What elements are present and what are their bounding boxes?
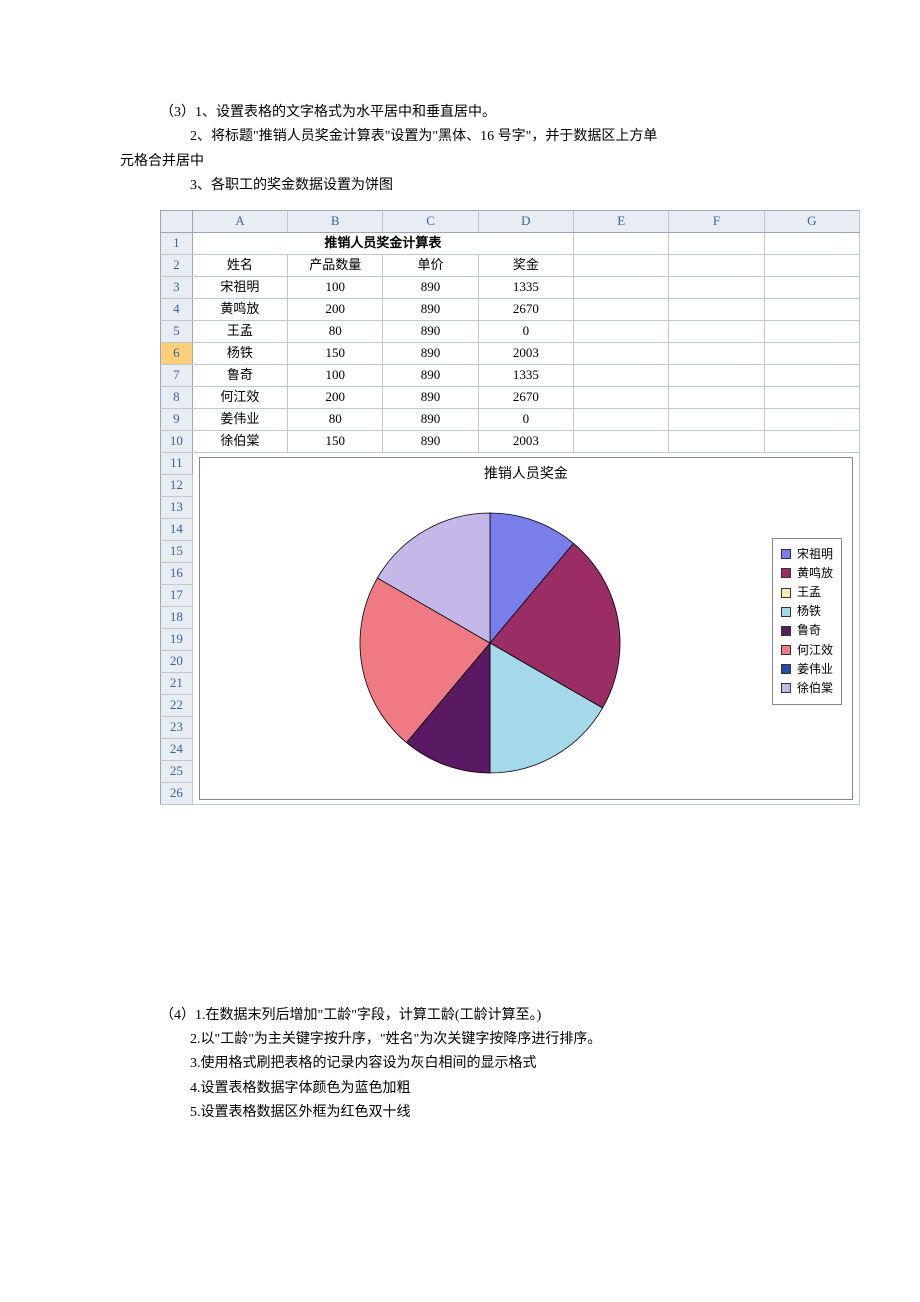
col-E: E [574,210,669,232]
table-row: 4黄鸣放2008902670 [161,298,860,320]
table-row: 2 姓名 产品数量 单价 奖金 [161,254,860,276]
col-G: G [764,210,859,232]
table-row: 9姜伟业808900 [161,408,860,430]
hdr-price: 单价 [383,254,478,276]
table-row: 3宋祖明1008901335 [161,276,860,298]
row-1: 1 [161,232,193,254]
legend-label: 杨铁 [797,602,821,621]
legend-swatch-icon [781,568,791,578]
q4-line1: （4）1.在数据末列后增加"工龄"字段，计算工龄(工龄计算至。) [60,1005,860,1027]
legend-swatch-icon [781,607,791,617]
col-F: F [669,210,764,232]
hdr-name: 姓名 [192,254,287,276]
legend-swatch-icon [781,645,791,655]
table-row: 10徐伯棠1508902003 [161,430,860,452]
chart-legend: 宋祖明黄鸣放王孟杨铁鲁奇何江效姜伟业徐伯棠 [772,538,842,706]
column-header-row: A B C D E F G [161,210,860,232]
q4-line5: 5.设置表格数据区外框为红色双十线 [60,1102,860,1124]
corner-cell [161,210,193,232]
pie-chart: 推销人员奖金 宋祖明黄鸣放王孟杨铁鲁奇何江效姜伟业徐伯棠 [199,457,853,800]
row-2: 2 [161,254,193,276]
legend-item: 何江效 [781,641,833,660]
table-row: 8何江效2008902670 [161,386,860,408]
legend-swatch-icon [781,626,791,636]
legend-label: 何江效 [797,641,833,660]
q3-line3: 3、各职工的奖金数据设置为饼图 [60,175,860,197]
legend-label: 姜伟业 [797,660,833,679]
chart-cell: 推销人员奖金 宋祖明黄鸣放王孟杨铁鲁奇何江效姜伟业徐伯棠 [192,452,859,804]
col-B: B [288,210,383,232]
q3-line1: （3）1、设置表格的文字格式为水平居中和垂直居中。 [60,102,860,124]
legend-swatch-icon [781,664,791,674]
col-A: A [192,210,287,232]
hdr-bonus: 奖金 [478,254,573,276]
col-C: C [383,210,478,232]
legend-item: 徐伯棠 [781,679,833,698]
legend-label: 鲁奇 [797,621,821,640]
col-D: D [478,210,573,232]
q4-line3: 3.使用格式刷把表格的记录内容设为灰白相间的显示格式 [60,1053,860,1075]
chart-title: 推销人员奖金 [200,458,852,486]
legend-item: 王孟 [781,583,833,602]
spreadsheet-grid: A B C D E F G 1 推销人员奖金计算表 2 姓名 产品数量 单价 奖… [160,210,860,805]
title-cell: 推销人员奖金计算表 [192,232,573,254]
hdr-qty: 产品数量 [288,254,383,276]
legend-item: 黄鸣放 [781,564,833,583]
table-row: 6杨铁1508902003 [161,342,860,364]
table-row: 5王孟808900 [161,320,860,342]
legend-label: 黄鸣放 [797,564,833,583]
q3-line2a: 2、将标题"推销人员奖金计算表"设置为"黑体、16 号字"，并于数据区上方单 [60,126,860,148]
legend-item: 宋祖明 [781,545,833,564]
legend-swatch-icon [781,549,791,559]
q4-line2: 2.以"工龄"为主关键字按升序，"姓名"为次关键字按降序进行排序。 [60,1029,860,1051]
legend-item: 鲁奇 [781,621,833,640]
table-row: 11 推销人员奖金 宋祖明黄鸣放王孟杨铁鲁奇何江效姜伟业徐伯棠 [161,452,860,474]
legend-swatch-icon [781,683,791,693]
q3-line2b: 元格合并居中 [60,151,860,173]
legend-label: 徐伯棠 [797,679,833,698]
pie-svg [350,498,630,778]
table-row: 7鲁奇1008901335 [161,364,860,386]
table-row: 1 推销人员奖金计算表 [161,232,860,254]
legend-swatch-icon [781,588,791,598]
q4-line4: 4.设置表格数据字体颜色为蓝色加粗 [60,1078,860,1100]
legend-item: 姜伟业 [781,660,833,679]
legend-label: 宋祖明 [797,545,833,564]
legend-label: 王孟 [797,583,821,602]
legend-item: 杨铁 [781,602,833,621]
